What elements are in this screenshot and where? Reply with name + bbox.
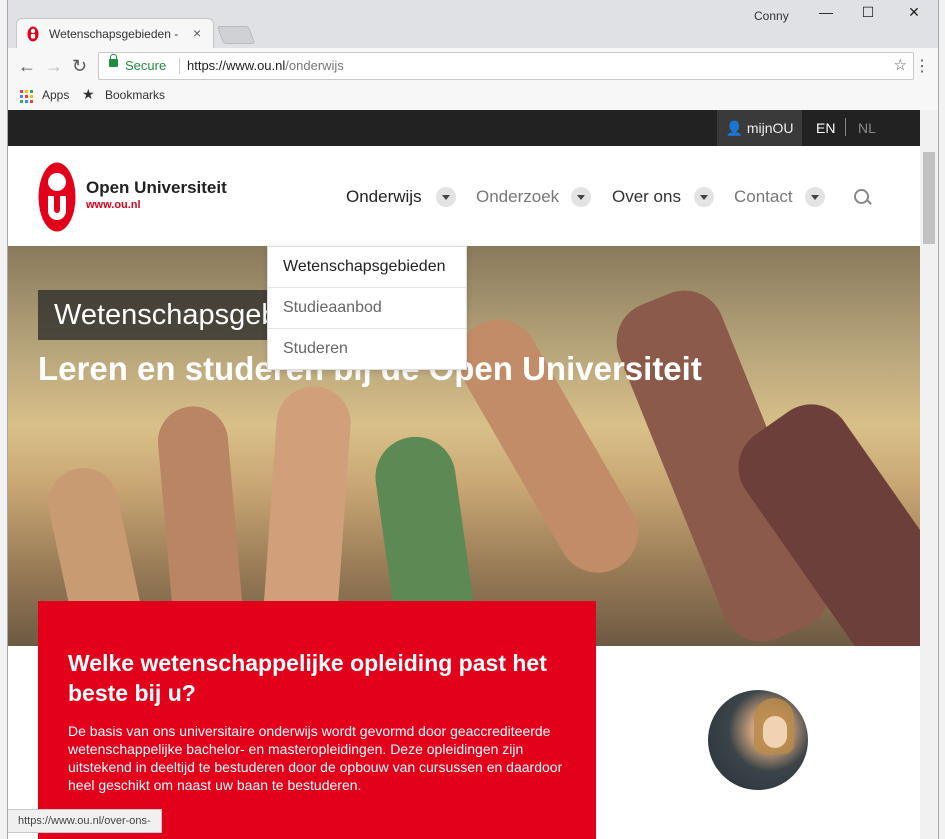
- maximize-button[interactable]: ☐: [853, 4, 883, 21]
- forward-arrow-icon[interactable]: →: [45, 56, 63, 77]
- logo-name[interactable]: Open Universiteit: [86, 178, 227, 198]
- lock-icon: [109, 54, 118, 67]
- active-tab[interactable]: Wetenschapsgebieden - ×: [16, 18, 214, 49]
- omnibox-divider: [179, 58, 180, 74]
- reload-icon[interactable]: ↻: [72, 56, 87, 77]
- browser-window: Wetenschapsgebieden - × Conny — ☐ ✕ ← → …: [8, 0, 938, 839]
- user-icon: 👤: [725, 120, 743, 136]
- page-scrollbar[interactable]: [920, 110, 938, 839]
- promo-card: Welke wetenschappelijke opleiding past h…: [38, 601, 596, 839]
- nav-contact[interactable]: Contact: [734, 187, 793, 207]
- onderwijs-dropdown-menu: Wetenschapsgebieden Studieaanbod Studere…: [267, 246, 467, 370]
- url-text[interactable]: https://www.ou.nl/onderwijs: [187, 58, 344, 73]
- ou-favicon-icon: [27, 26, 39, 42]
- tab-title: Wetenschapsgebieden -: [49, 27, 179, 41]
- title-bar: Wetenschapsgebieden - × Conny — ☐ ✕: [8, 0, 938, 49]
- dropdown-item-studieaanbod[interactable]: Studieaanbod: [268, 288, 466, 329]
- status-bubble: https://www.ou.nl/over-ons-: [8, 809, 162, 833]
- bookmark-star-icon[interactable]: ☆: [894, 56, 907, 74]
- chevron-down-icon[interactable]: [436, 187, 456, 207]
- back-arrow-icon[interactable]: ←: [18, 56, 36, 77]
- nav-onderzoek[interactable]: Onderzoek: [476, 187, 559, 207]
- utility-bar: 👤 mijnOU EN NL: [8, 110, 920, 146]
- chevron-down-icon[interactable]: [694, 187, 714, 207]
- ou-logo-icon[interactable]: [38, 162, 76, 232]
- search-icon[interactable]: [854, 189, 869, 204]
- dropdown-item-studeren[interactable]: Studeren: [268, 329, 466, 369]
- logo-url[interactable]: www.ou.nl: [86, 199, 141, 211]
- chevron-down-icon[interactable]: [571, 187, 591, 207]
- url-path: /onderwijs: [285, 58, 344, 73]
- star-icon: ★: [82, 86, 95, 102]
- language-divider: [845, 118, 846, 136]
- minimize-button[interactable]: —: [811, 4, 841, 20]
- url-host: https://www.ou.nl: [187, 58, 286, 73]
- nav-over-ons[interactable]: Over ons: [612, 187, 681, 207]
- promo-title: Welke wetenschappelijke opleiding past h…: [68, 650, 547, 706]
- mijnou-button[interactable]: 👤 mijnOU: [717, 110, 802, 146]
- web-page: 👤 mijnOU EN NL Open Universiteit www.ou.…: [8, 110, 920, 839]
- nav-onderwijs[interactable]: Onderwijs: [346, 187, 422, 207]
- bookmarks-bar: Apps ★ Bookmarks: [8, 84, 938, 111]
- mijnou-label: mijnOU: [746, 120, 794, 136]
- new-tab-button[interactable]: [216, 26, 256, 44]
- tab-close-icon[interactable]: ×: [193, 25, 201, 41]
- language-en[interactable]: EN: [816, 120, 835, 136]
- scrollbar-thumb[interactable]: [923, 152, 935, 244]
- address-bar[interactable]: Secure https://www.ou.nl/onderwijs ☆: [98, 52, 914, 80]
- secure-label: Secure: [125, 58, 167, 73]
- chevron-down-icon[interactable]: [805, 187, 825, 207]
- close-window-button[interactable]: ✕: [899, 4, 929, 21]
- apps-grid-icon[interactable]: [20, 90, 33, 103]
- student-avatar[interactable]: [708, 690, 808, 790]
- browser-toolbar: ← → ↻ Secure https://www.ou.nl/onderwijs…: [8, 48, 938, 84]
- bookmark-apps[interactable]: Apps: [42, 88, 69, 102]
- language-nl[interactable]: NL: [858, 120, 876, 136]
- bookmark-bookmarks[interactable]: Bookmarks: [105, 88, 165, 102]
- site-header: Open Universiteit www.ou.nl Onderwijs On…: [8, 146, 920, 246]
- browser-user-name[interactable]: Conny: [754, 9, 789, 23]
- promo-body: De basis van ons universitaire onderwijs…: [68, 723, 563, 793]
- dropdown-item-wetenschapsgebieden[interactable]: Wetenschapsgebieden: [268, 247, 466, 288]
- browser-menu-icon[interactable]: ⋮: [914, 56, 930, 76]
